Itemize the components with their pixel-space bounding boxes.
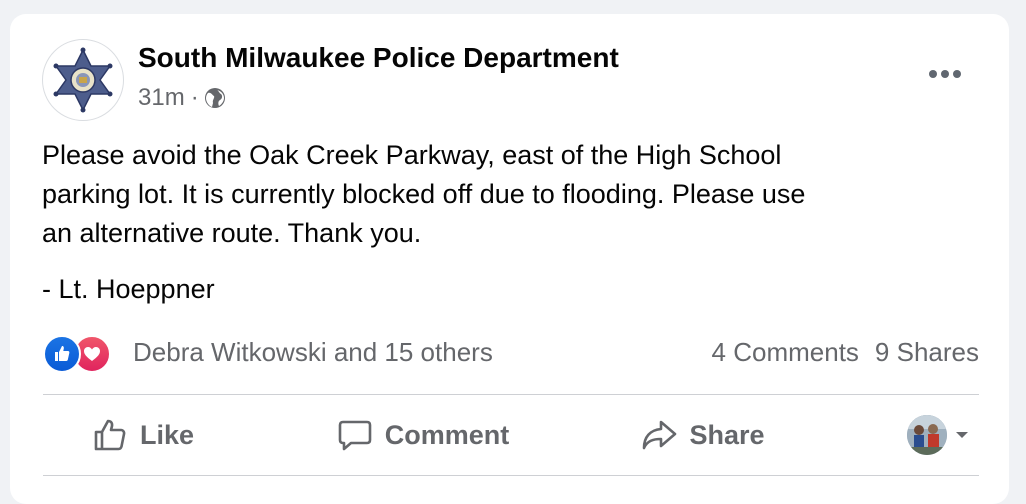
share-arrow-icon: [643, 420, 677, 450]
like-label: Like: [139, 419, 195, 450]
author-name[interactable]: South Milwaukee Police Department: [138, 42, 619, 74]
post-body: Please avoid the Oak Creek Parkway, east…: [42, 140, 806, 248]
page-avatar[interactable]: [42, 39, 124, 121]
action-bar: Like Comment Share: [43, 396, 979, 474]
more-dot: [941, 70, 949, 78]
comment-label: Comment: [384, 419, 510, 450]
post-time[interactable]: 31m: [138, 84, 185, 112]
profile-avatar: [907, 415, 947, 455]
reaction-icons[interactable]: [43, 332, 123, 373]
more-dot: [953, 70, 961, 78]
meta-separator: ·: [190, 84, 199, 111]
more-dot: [929, 70, 937, 78]
thumbs-up-icon: [94, 419, 126, 451]
like-button[interactable]: Like: [43, 417, 243, 453]
post-card: South Milwaukee Police Department 31m · …: [10, 14, 1009, 504]
police-badge-icon: [53, 47, 113, 113]
engagement-counts: 4 Comments 9 Shares: [712, 337, 979, 368]
post-signature: - Lt. Hoeppner: [42, 274, 215, 304]
post-meta: 31m ·: [138, 84, 226, 112]
comment-button[interactable]: Comment: [273, 417, 573, 453]
react-as-selector[interactable]: [907, 415, 979, 455]
divider-bottom: [43, 475, 979, 476]
reaction-names[interactable]: Debra Witkowski and 15 others: [133, 337, 493, 368]
divider-top: [43, 394, 979, 395]
comments-count[interactable]: 4 Comments: [712, 337, 859, 368]
more-options-button[interactable]: [920, 64, 970, 84]
share-label: Share: [689, 419, 765, 450]
shares-count[interactable]: 9 Shares: [875, 337, 979, 368]
share-button[interactable]: Share: [603, 417, 803, 453]
reactions-summary: Debra Witkowski and 15 others 4 Comments…: [43, 332, 979, 373]
comment-bubble-icon: [338, 420, 372, 451]
chevron-down-icon: [956, 432, 968, 438]
globe-icon[interactable]: [204, 87, 226, 109]
like-reaction-icon: [43, 335, 81, 373]
